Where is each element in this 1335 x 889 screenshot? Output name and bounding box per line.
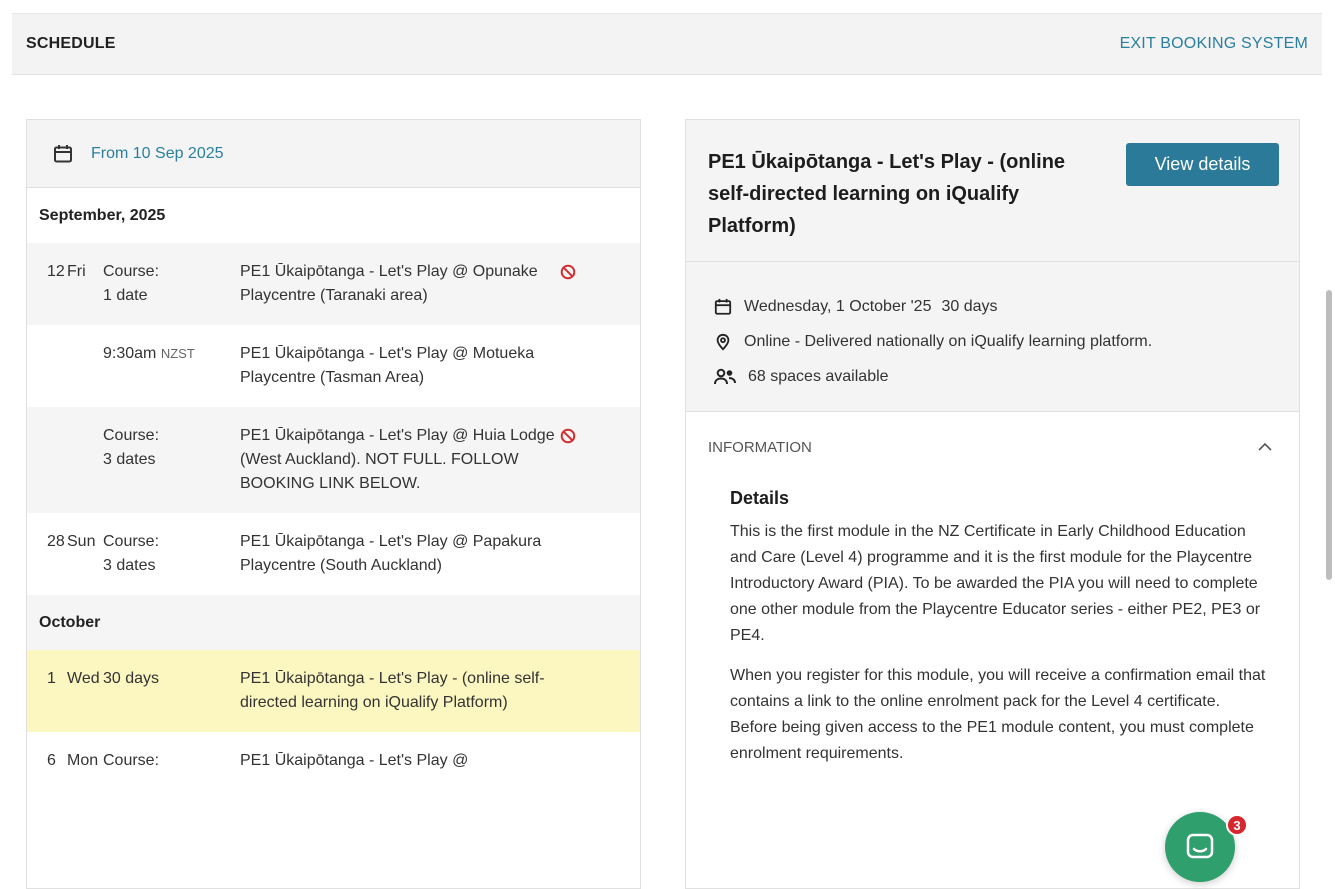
event-row-selected[interactable]: 1 Wed 30 days PE1 Ūkaipōtanga - Let's Pl… — [27, 650, 640, 732]
calendar-icon — [714, 298, 732, 315]
event-type: Course: — [103, 752, 160, 769]
event-day — [47, 424, 67, 496]
event-row[interactable]: 28 Sun Course: 3 dates PE1 Ūkaipōtanga - … — [27, 513, 640, 595]
event-time: 9:30am NZST — [103, 345, 195, 362]
schedule-header: SCHEDULE EXIT BOOKING SYSTEM — [12, 13, 1322, 75]
information-heading: INFORMATION — [708, 438, 812, 456]
event-weekday — [67, 424, 103, 496]
chat-notification-badge: 3 — [1226, 814, 1248, 836]
event-timezone: NZST — [160, 346, 195, 361]
people-icon — [714, 368, 736, 384]
detail-spaces-row: 68 spaces available — [714, 359, 1299, 394]
event-type: Course: 1 date — [103, 263, 160, 304]
event-weekday: Fri — [67, 263, 86, 280]
month-heading: October — [27, 595, 640, 650]
event-weekday: Sun — [67, 533, 96, 550]
page-title: SCHEDULE — [26, 35, 116, 52]
event-row[interactable]: 12 Fri Course: 1 date PE1 Ūkaipōtanga - L… — [27, 243, 640, 325]
chat-launcher-button[interactable] — [1165, 812, 1235, 882]
event-day: 28 — [47, 533, 65, 550]
event-row[interactable]: 9:30am NZST PE1 Ūkaipōtanga - Let's Play… — [27, 325, 640, 407]
event-type: Course: 3 dates — [103, 533, 160, 574]
detail-location: Online - Delivered nationally on iQualif… — [744, 332, 1153, 350]
event-type: Course: 3 dates — [103, 427, 160, 468]
event-day: 1 — [47, 670, 56, 687]
event-row[interactable]: Course: 3 dates PE1 Ūkaipōtanga - Let's P… — [27, 407, 640, 513]
event-day — [47, 342, 67, 390]
event-title: PE1 Ūkaipōtanga - Let's Play - (online s… — [240, 670, 545, 711]
event-title: PE1 Ūkaipōtanga - Let's Play @ Huia Lodg… — [240, 427, 555, 492]
detail-location-row: Online - Delivered nationally on iQualif… — [714, 324, 1299, 359]
event-duration: 30 days — [103, 670, 160, 687]
details-body: This is the first module in the NZ Certi… — [730, 519, 1269, 767]
full-icon — [560, 424, 590, 496]
detail-date: Wednesday, 1 October '25 — [744, 297, 932, 315]
detail-spaces: 68 spaces available — [748, 367, 889, 385]
date-filter-label: From 10 Sep 2025 — [91, 144, 224, 162]
details-paragraph: This is the first module in the NZ Certi… — [730, 523, 1261, 644]
event-day: 6 — [47, 752, 56, 769]
detail-meta: Wednesday, 1 October '25 30 days Online … — [686, 262, 1299, 412]
event-title: PE1 Ūkaipōtanga - Let's Play @ Papakura … — [240, 533, 542, 574]
details-paragraph: When you register for this module, you w… — [730, 667, 1266, 762]
chevron-up-icon — [1258, 442, 1272, 451]
event-row[interactable]: 6 Mon Course: PE1 Ūkaipōtanga - Let's Pl… — [27, 732, 640, 790]
full-icon — [560, 260, 590, 308]
month-heading: September, 2025 — [39, 206, 166, 224]
page-scrollbar[interactable] — [1326, 290, 1332, 580]
detail-duration: 30 days — [941, 297, 998, 315]
detail-date-row: Wednesday, 1 October '25 30 days — [714, 289, 1299, 324]
information-toggle[interactable]: INFORMATION — [686, 412, 1299, 482]
chat-icon — [1186, 833, 1214, 859]
details-heading: Details — [730, 488, 790, 508]
event-title: PE1 Ūkaipōtanga - Let's Play @ Motueka P… — [240, 345, 535, 386]
view-details-button[interactable]: View details — [1126, 143, 1279, 186]
exit-booking-link[interactable]: EXIT BOOKING SYSTEM — [1120, 35, 1308, 53]
event-day: 12 — [47, 263, 65, 280]
event-title: PE1 Ūkaipōtanga - Let's Play @ Opunake P… — [240, 263, 538, 304]
detail-header: PE1 Ūkaipōtanga - Let's Play - (online s… — [686, 120, 1299, 262]
location-pin-icon — [716, 333, 730, 350]
event-weekday: Wed — [67, 670, 100, 687]
event-title: PE1 Ūkaipōtanga - Let's Play @ — [240, 752, 469, 769]
detail-title: PE1 Ūkaipōtanga - Let's Play - (online s… — [708, 151, 1066, 237]
date-filter-button[interactable]: From 10 Sep 2025 — [27, 120, 640, 188]
event-weekday — [67, 342, 103, 390]
calendar-icon — [54, 144, 72, 162]
event-weekday: Mon — [67, 752, 99, 769]
schedule-list-panel: From 10 Sep 2025 September, 2025 12 Fri … — [26, 119, 641, 889]
event-detail-panel: PE1 Ūkaipōtanga - Let's Play - (online s… — [685, 119, 1300, 889]
